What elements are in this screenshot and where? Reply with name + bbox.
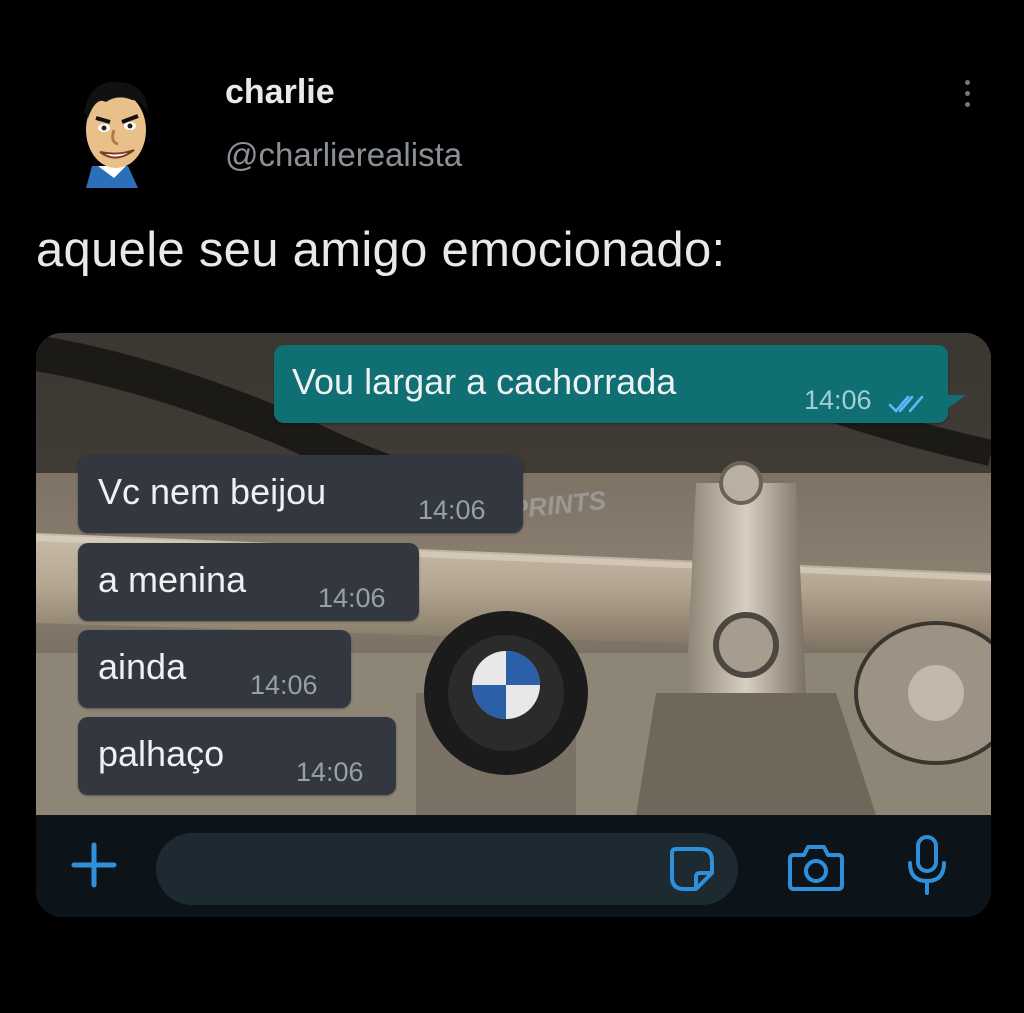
incoming-message-bubble[interactable]: Vc nem beijou 14:06 <box>78 455 523 533</box>
message-text: palhaço <box>98 733 225 774</box>
message-text: Vc nem beijou <box>98 471 327 512</box>
dot <box>964 101 970 107</box>
more-options-icon[interactable] <box>952 70 982 116</box>
incoming-message-bubble[interactable]: ainda 14:06 <box>78 630 351 708</box>
tweet: charlie @charlierealista aquele seu amig… <box>0 0 1024 1013</box>
dot <box>964 90 970 96</box>
outgoing-message-bubble[interactable]: Vou largar a cachorrada 14:06 <box>274 345 966 423</box>
tweet-media[interactable]: @OSPRINTS Vou largar a cachorrada 14:06 … <box>36 333 991 917</box>
bubble-tail <box>944 395 966 411</box>
avatar[interactable] <box>68 70 160 190</box>
message-text: ainda <box>98 646 187 687</box>
tweet-text: aquele seu amigo emocionado: <box>36 223 726 277</box>
camera-icon[interactable] <box>786 839 846 895</box>
sticker-icon[interactable] <box>666 843 718 895</box>
message-text: Vou largar a cachorrada <box>292 361 677 402</box>
message-time: 14:06 <box>318 583 386 613</box>
plus-icon[interactable] <box>66 837 122 893</box>
caricature-avatar-icon <box>84 81 148 188</box>
incoming-message-bubble[interactable]: palhaço 14:06 <box>78 717 396 795</box>
message-input[interactable] <box>156 833 738 905</box>
microphone-icon[interactable] <box>902 833 952 899</box>
incoming-message-bubble[interactable]: a menina 14:06 <box>78 543 419 621</box>
message-time: 14:06 <box>250 670 318 700</box>
message-time: 14:06 <box>296 757 364 787</box>
message-time: 14:06 <box>804 385 872 415</box>
double-check-icon <box>888 395 924 413</box>
message-composer <box>36 815 991 917</box>
author-name[interactable]: charlie <box>225 73 335 112</box>
message-text: a menina <box>98 559 247 600</box>
dot <box>964 79 970 85</box>
author-handle[interactable]: @charlierealista <box>225 136 462 174</box>
message-time: 14:06 <box>418 495 486 525</box>
